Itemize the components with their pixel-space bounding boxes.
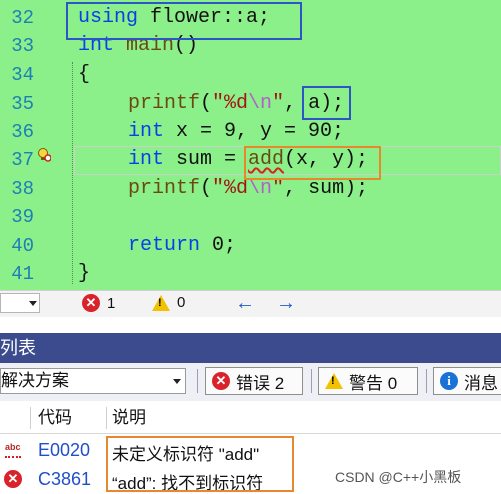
previous-issue-arrow-icon[interactable]: ← bbox=[235, 292, 255, 315]
annotation-box-add-call bbox=[244, 146, 381, 180]
column-header-code[interactable]: 代码 bbox=[38, 403, 72, 433]
code-line-36[interactable]: int x = 9, y = 90; bbox=[128, 120, 344, 143]
code-text: 0; bbox=[200, 234, 237, 257]
quick-action-lightbulb-icon[interactable] bbox=[37, 147, 51, 163]
editor-status-bar: ✕ 1 ! 0 ← → bbox=[0, 290, 501, 317]
warnings-filter-button[interactable]: ! 警告 0 bbox=[318, 367, 418, 395]
line-number: 35 bbox=[11, 93, 34, 115]
annotation-box-error-descriptions bbox=[106, 436, 294, 492]
error-indicator[interactable]: ✕ 1 bbox=[82, 294, 115, 312]
info-icon: i bbox=[440, 372, 458, 390]
annotation-box-using bbox=[66, 2, 302, 40]
line-number: 34 bbox=[11, 64, 34, 86]
function-name: printf bbox=[128, 92, 201, 115]
line-number: 36 bbox=[11, 121, 34, 143]
code-line-41[interactable]: } bbox=[78, 262, 90, 285]
column-divider bbox=[106, 407, 107, 429]
zoom-dropdown[interactable] bbox=[0, 293, 40, 313]
watermark: CSDN @C++小黑板 bbox=[335, 469, 462, 485]
line-number: 40 bbox=[11, 235, 34, 257]
code-text: sum = bbox=[164, 148, 249, 171]
function-name: printf bbox=[128, 177, 201, 200]
scope-label: 解决方案 bbox=[1, 371, 69, 390]
error-list-toolbar: 解决方案 ✕ 错误 2 ! 警告 0 i 消息 bbox=[0, 363, 501, 401]
errors-filter-button[interactable]: ✕ 错误 2 bbox=[205, 367, 303, 395]
string-literal: " bbox=[272, 177, 285, 200]
code-text: x = 9, y = 90; bbox=[164, 120, 345, 143]
code-text: ( bbox=[200, 177, 213, 200]
error-icon: ✕ bbox=[212, 372, 230, 390]
next-issue-arrow-icon[interactable]: → bbox=[276, 292, 296, 315]
line-number: 37 bbox=[11, 149, 34, 171]
column-divider bbox=[30, 407, 31, 429]
escape-sequence: \n bbox=[248, 177, 273, 200]
code-text: , sum); bbox=[284, 177, 369, 200]
warning-count: 0 bbox=[177, 294, 186, 311]
error-code: E0020 bbox=[38, 440, 91, 460]
code-editor[interactable]: 32 33 34 35 36 37 38 39 40 41 using flow… bbox=[0, 0, 501, 290]
warning-indicator[interactable]: ! 0 bbox=[152, 294, 185, 311]
chevron-down-icon bbox=[29, 301, 37, 306]
column-header-description[interactable]: 说明 bbox=[112, 403, 146, 433]
error-icon: ✕ bbox=[82, 294, 100, 312]
error-list-title-bar: 列表 bbox=[0, 333, 501, 363]
errors-filter-label: 错误 2 bbox=[236, 373, 285, 393]
escape-sequence: \n bbox=[248, 92, 273, 115]
error-icon: ✕ bbox=[4, 470, 22, 488]
messages-filter-label: 消息 bbox=[464, 373, 498, 393]
code-text: { bbox=[78, 63, 91, 86]
code-line-38[interactable]: printf("%d\n", sum); bbox=[128, 177, 368, 200]
line-number: 32 bbox=[11, 7, 34, 29]
warning-icon: ! bbox=[325, 373, 343, 389]
error-count: 1 bbox=[107, 294, 116, 312]
indent-guide bbox=[72, 62, 73, 284]
line-number: 38 bbox=[11, 178, 34, 200]
error-table-header: 代码 说明 bbox=[0, 403, 501, 434]
string-literal: "%d bbox=[212, 92, 249, 115]
code-text: ( bbox=[200, 92, 213, 115]
messages-filter-button[interactable]: i 消息 bbox=[433, 367, 501, 395]
code-line-40[interactable]: return 0; bbox=[128, 234, 236, 257]
line-number: 41 bbox=[11, 263, 34, 285]
scope-dropdown[interactable]: 解决方案 bbox=[0, 368, 186, 394]
line-number: 39 bbox=[11, 206, 34, 228]
string-literal: " bbox=[272, 92, 285, 115]
toolbar-divider bbox=[426, 369, 427, 393]
keyword: return bbox=[128, 234, 201, 257]
string-literal: "%d bbox=[212, 177, 249, 200]
keyword: int bbox=[128, 120, 165, 143]
warnings-filter-label: 警告 0 bbox=[349, 373, 398, 393]
toolbar-divider bbox=[197, 369, 198, 393]
code-line-34[interactable]: { bbox=[78, 63, 90, 86]
toolbar-divider bbox=[311, 369, 312, 393]
panel-title: 列表 bbox=[0, 338, 36, 358]
annotation-box-a-arg bbox=[302, 86, 351, 120]
chevron-down-icon bbox=[173, 379, 181, 384]
intellisense-abc-icon: abc bbox=[5, 442, 21, 458]
warning-icon: ! bbox=[152, 294, 170, 311]
code-text: } bbox=[78, 262, 91, 285]
error-code: C3861 bbox=[38, 469, 92, 489]
keyword: int bbox=[128, 148, 165, 171]
line-number: 33 bbox=[11, 35, 34, 57]
